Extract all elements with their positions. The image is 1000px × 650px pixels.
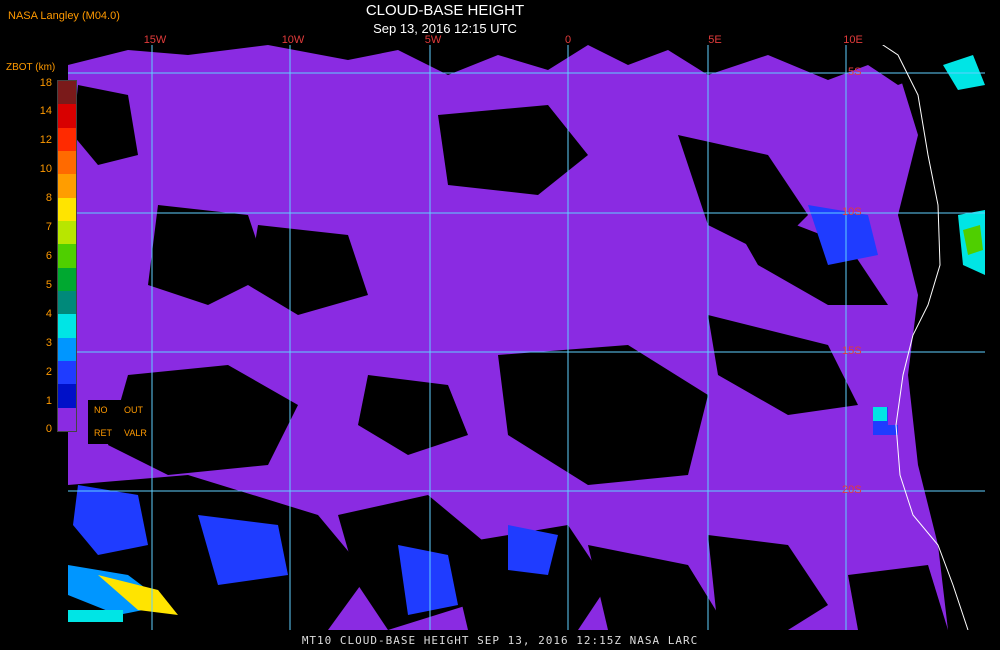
colorbar-swatch [58,314,76,338]
colorbar-tick: 6 [45,250,52,262]
colorbar-swatch [58,81,76,105]
lat-label-5s: 5S [848,66,862,78]
legend-ret: RET [94,428,112,438]
colorbar-swatch [58,267,76,291]
colorbar-swatch [58,174,76,198]
footer-caption: MT10 CLOUD-BASE HEIGHT SEP 13, 2016 12:1… [301,634,699,647]
colorbar-swatch [58,244,76,268]
image-timestamp: Sep 13, 2016 12:15 UTC [373,21,517,36]
colorbar-tick: 12 [39,134,52,146]
legend-no: NO [94,405,108,415]
lon-label-10e: 10E [843,34,863,46]
lon-label-5e: 5E [708,34,722,46]
lon-label-0: 0 [564,34,572,46]
colorbar-swatch [58,407,76,431]
colorbar [57,80,77,432]
lon-label-15w: 15W [143,34,167,46]
colorbar-tick: 1 [45,395,52,407]
colorbar-tick: 0 [45,423,52,435]
colorbar-tick: 7 [45,221,52,233]
colorbar-swatch [58,104,76,128]
lon-label-5w: 5W [424,34,442,46]
colorbar-tick: 5 [45,279,52,291]
colorbar-tick: 10 [39,163,52,175]
lat-label-15s: 15S [842,345,862,357]
legend-out: OUT [124,405,143,415]
lon-label-10w: 10W [281,34,305,46]
colorbar-swatch [58,127,76,151]
image-title: CLOUD-BASE HEIGHT [365,2,525,19]
colorbar-tick: 2 [45,366,52,378]
colorbar-tick: 14 [39,105,52,117]
colorbar-tick: 18 [39,77,52,89]
colorbar-tick: 4 [45,308,52,320]
colorbar-swatch [58,290,76,315]
colorbar-swatch [58,384,76,408]
colorbar-swatch [58,150,76,175]
colorbar-title: ZBOT (km) [6,62,56,73]
colorbar-swatch [58,220,76,245]
colorbar-swatch [58,197,76,221]
cloud-base-map [68,45,985,630]
colorbar-swatch [58,337,76,361]
colorbar-tick-labels: 18 14 12 10 8 7 6 5 4 3 2 1 0 [0,75,52,435]
colorbar-swatch [58,360,76,385]
lat-label-10s: 10S [842,206,862,218]
colorbar-tick: 8 [45,192,52,204]
no-ret-legend: NO OUT RET VALR [88,400,150,444]
colorbar-tick: 3 [45,337,52,349]
lat-label-20s: 20S [842,484,862,496]
legend-valr: VALR [124,428,147,438]
map-panel [68,45,985,630]
